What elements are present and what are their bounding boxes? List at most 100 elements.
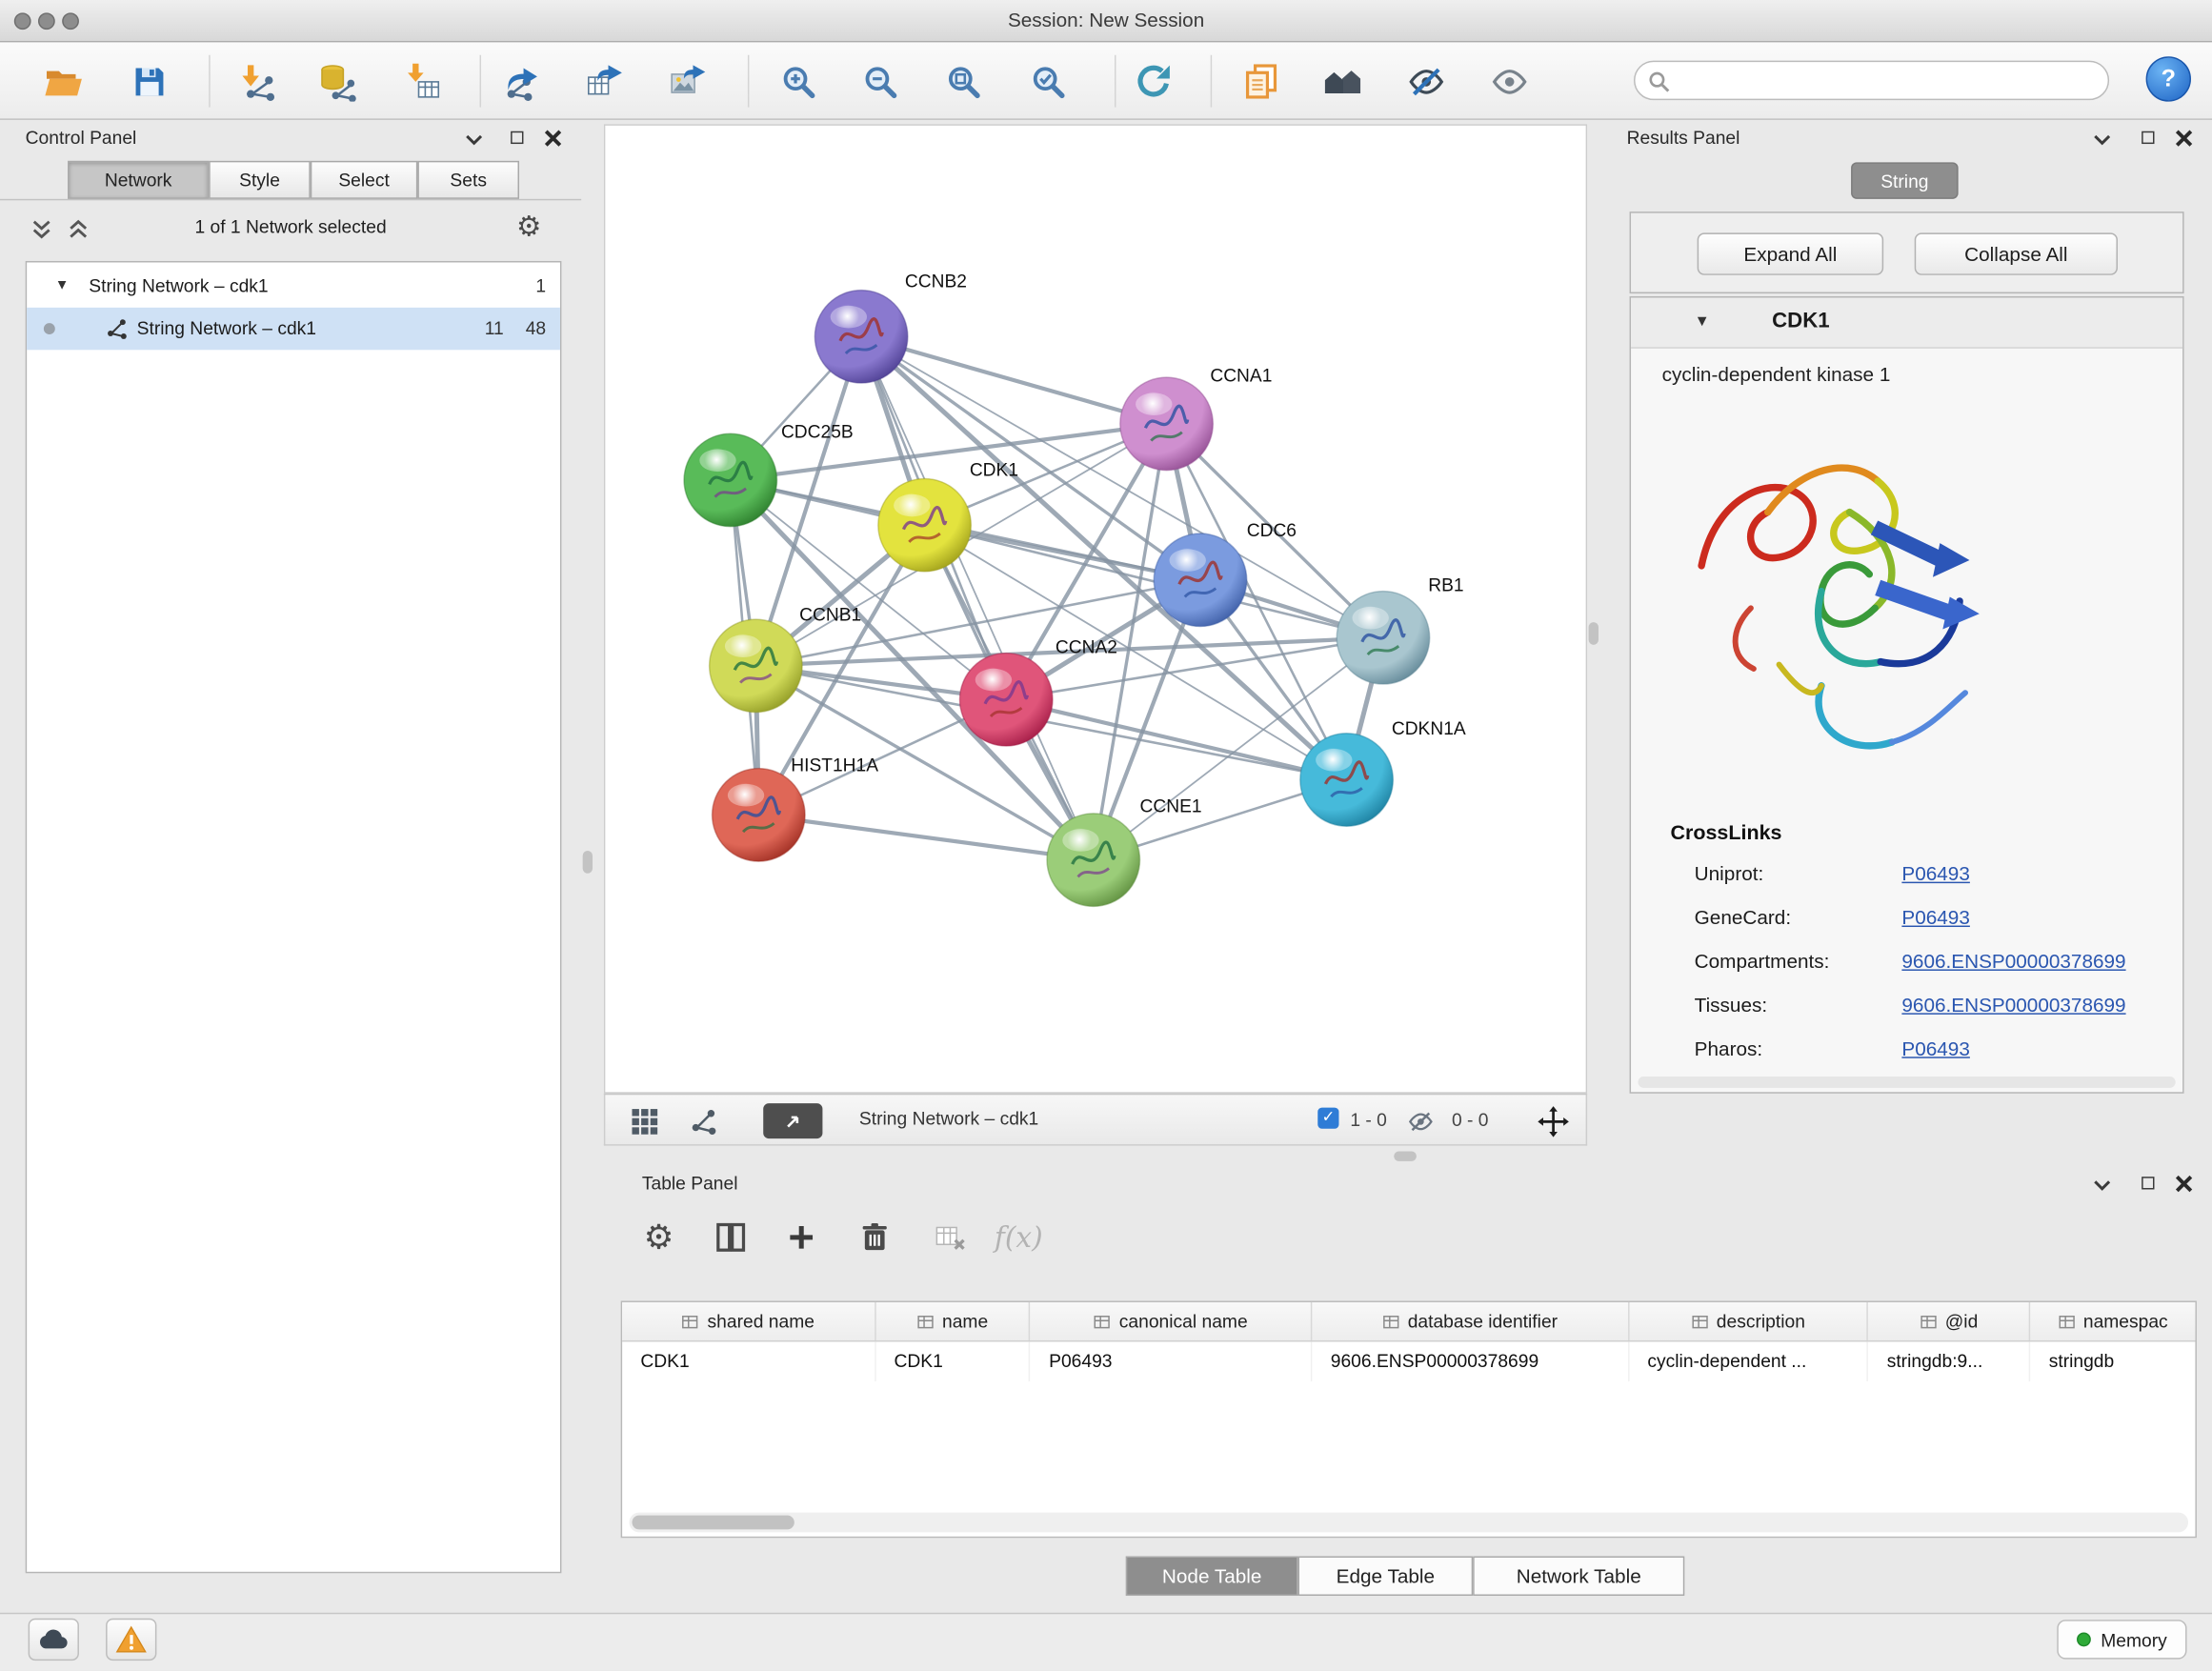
import-network-file-button[interactable] bbox=[232, 58, 280, 106]
network-node-hist1h1a[interactable] bbox=[713, 769, 805, 861]
network-node-ccnb1[interactable] bbox=[710, 619, 802, 712]
save-session-button[interactable] bbox=[126, 58, 173, 106]
crosslink-value[interactable]: P06493 bbox=[1901, 906, 1970, 929]
tab-sets[interactable]: Sets bbox=[417, 161, 519, 199]
detach-view-button[interactable] bbox=[763, 1103, 822, 1138]
float-panel-icon[interactable] bbox=[2142, 1177, 2154, 1189]
crosslink-value[interactable]: 9606.ENSP00000378699 bbox=[1901, 994, 2125, 1017]
trash-icon[interactable] bbox=[853, 1215, 897, 1259]
cybrowser-button[interactable] bbox=[1319, 58, 1367, 106]
network-tree-row-selected[interactable]: String Network – cdk1 11 48 bbox=[27, 308, 560, 350]
copy-document-button[interactable] bbox=[1237, 58, 1285, 106]
horizontal-splitter-handle[interactable] bbox=[1394, 1151, 1417, 1160]
cell-database-identifier[interactable]: 9606.ENSP00000378699 bbox=[1313, 1341, 1630, 1380]
column-header[interactable]: canonical name bbox=[1031, 1302, 1313, 1340]
export-table-button[interactable] bbox=[581, 58, 629, 106]
crosslink-value[interactable]: P06493 bbox=[1901, 862, 1970, 885]
cell-canonical-name[interactable]: P06493 bbox=[1031, 1341, 1313, 1380]
cell-description[interactable]: cyclin-dependent ... bbox=[1629, 1341, 1868, 1380]
tab-edge-table[interactable]: Edge Table bbox=[1298, 1557, 1474, 1596]
add-column-icon[interactable] bbox=[779, 1215, 824, 1259]
grid-view-icon[interactable] bbox=[628, 1105, 662, 1139]
network-node-cdkn1a[interactable] bbox=[1300, 734, 1393, 826]
float-panel-icon[interactable] bbox=[511, 131, 523, 144]
collapse-all-button[interactable]: Collapse All bbox=[1915, 232, 2118, 274]
warning-button[interactable] bbox=[106, 1619, 156, 1661]
crosslink-value[interactable]: P06493 bbox=[1901, 1037, 1970, 1060]
column-header[interactable]: description bbox=[1629, 1302, 1868, 1340]
cell-name[interactable]: CDK1 bbox=[875, 1341, 1031, 1380]
columns-icon[interactable] bbox=[708, 1215, 753, 1259]
close-panel-icon[interactable] bbox=[545, 130, 562, 147]
network-edge[interactable] bbox=[758, 815, 1093, 859]
entry-header[interactable]: ▼ CDK1 bbox=[1631, 297, 2182, 348]
apply-layout-button[interactable] bbox=[1130, 58, 1177, 106]
collapse-panel-icon[interactable] bbox=[466, 134, 483, 146]
right-splitter-handle[interactable] bbox=[1589, 622, 1599, 645]
column-header[interactable]: shared name bbox=[622, 1302, 875, 1340]
cloud-button[interactable] bbox=[29, 1619, 79, 1661]
tree-expander-icon[interactable]: ▼ bbox=[55, 265, 70, 307]
section-expander-icon[interactable]: ▼ bbox=[1695, 313, 1710, 331]
show-graphics-button[interactable] bbox=[1485, 58, 1533, 106]
tab-select[interactable]: Select bbox=[311, 161, 418, 199]
network-node-ccna2[interactable] bbox=[959, 654, 1052, 746]
export-image-button[interactable] bbox=[665, 58, 713, 106]
network-node-ccnb2[interactable] bbox=[814, 291, 907, 383]
network-node-cdc6[interactable] bbox=[1154, 534, 1246, 626]
cell-namespace[interactable]: stringdb bbox=[2030, 1341, 2195, 1380]
close-panel-icon[interactable] bbox=[2176, 130, 2193, 147]
function-builder-icon[interactable]: f(x) bbox=[996, 1215, 1041, 1259]
import-network-database-button[interactable] bbox=[313, 58, 361, 106]
hide-graphics-button[interactable] bbox=[1402, 58, 1450, 106]
search-input[interactable] bbox=[1678, 64, 2094, 98]
network-node-ccna1[interactable] bbox=[1120, 377, 1213, 470]
export-network-button[interactable] bbox=[498, 58, 546, 106]
collapse-panel-icon[interactable] bbox=[2094, 134, 2111, 146]
control-panel: Control Panel Network Style Select Sets … bbox=[0, 120, 581, 1613]
network-node-cdk1[interactable] bbox=[878, 478, 971, 571]
close-panel-icon[interactable] bbox=[2176, 1176, 2193, 1193]
zoom-out-button[interactable] bbox=[856, 58, 904, 106]
delete-table-icon[interactable] bbox=[927, 1215, 972, 1259]
column-header[interactable]: @id bbox=[1868, 1302, 2030, 1340]
selected-checkbox-icon[interactable]: ✓ bbox=[1317, 1108, 1338, 1129]
network-node-ccne1[interactable] bbox=[1047, 814, 1139, 906]
gear-icon[interactable]: ⚙ bbox=[516, 209, 542, 244]
crosslink-value[interactable]: 9606.ENSP00000378699 bbox=[1901, 950, 2125, 973]
zoom-in-button[interactable] bbox=[774, 58, 822, 106]
network-tree-collection-row[interactable]: ▼ String Network – cdk1 1 bbox=[27, 265, 560, 307]
zoom-fit-button[interactable] bbox=[939, 58, 987, 106]
cell-id[interactable]: stringdb:9... bbox=[1868, 1341, 2030, 1380]
collapse-panel-icon[interactable] bbox=[2094, 1179, 2111, 1191]
zoom-selected-button[interactable] bbox=[1024, 58, 1072, 106]
memory-button[interactable]: Memory bbox=[2057, 1620, 2186, 1659]
network-edge[interactable] bbox=[861, 336, 1094, 859]
network-overview-icon[interactable] bbox=[687, 1105, 721, 1139]
column-header[interactable]: database identifier bbox=[1312, 1302, 1629, 1340]
column-header[interactable]: namespac bbox=[2030, 1302, 2195, 1340]
tab-style[interactable]: Style bbox=[209, 161, 311, 199]
network-node-cdc25b[interactable] bbox=[684, 433, 776, 526]
import-table-button[interactable] bbox=[399, 58, 447, 106]
column-header[interactable]: name bbox=[875, 1302, 1031, 1340]
help-button[interactable]: ? bbox=[2146, 56, 2191, 101]
left-splitter-handle[interactable] bbox=[583, 851, 593, 874]
table-row[interactable]: CDK1 CDK1 P06493 9606.ENSP00000378699 cy… bbox=[622, 1341, 2195, 1380]
tab-network[interactable]: Network bbox=[68, 161, 209, 199]
table-horizontal-scrollbar[interactable] bbox=[630, 1513, 2189, 1533]
network-canvas[interactable]: CCNB2CCNA1CDC25BCDK1CDC6RB1CCNB1CCNA2CDK… bbox=[604, 124, 1587, 1093]
float-panel-icon[interactable] bbox=[2142, 131, 2154, 144]
tab-network-table[interactable]: Network Table bbox=[1473, 1557, 1684, 1596]
hidden-eye-slash-icon[interactable] bbox=[1404, 1105, 1438, 1139]
network-node-rb1[interactable] bbox=[1337, 592, 1429, 684]
open-session-button[interactable] bbox=[39, 58, 87, 106]
expand-all-button[interactable]: Expand All bbox=[1698, 232, 1883, 274]
horizontal-scrollbar[interactable] bbox=[1638, 1077, 2175, 1088]
cell-shared-name[interactable]: CDK1 bbox=[622, 1341, 875, 1380]
pan-crosshair-icon[interactable] bbox=[1537, 1105, 1571, 1139]
scrollbar-thumb[interactable] bbox=[632, 1516, 794, 1530]
tab-node-table[interactable]: Node Table bbox=[1126, 1557, 1298, 1596]
table-gear-icon[interactable]: ⚙ bbox=[636, 1215, 681, 1259]
tab-string[interactable]: String bbox=[1851, 162, 1959, 199]
